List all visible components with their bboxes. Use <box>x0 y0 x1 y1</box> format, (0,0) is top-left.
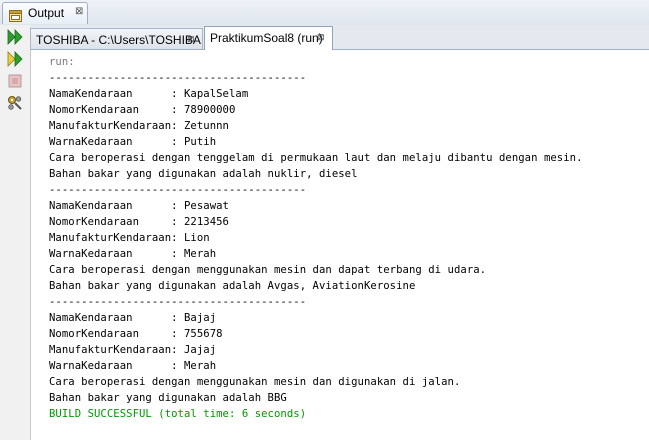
rerun-with-options-icon[interactable] <box>6 50 26 68</box>
console-line: ---------------------------------------- <box>49 72 307 84</box>
console-line: Cara beroperasi dengan menggunakan mesin… <box>49 264 487 276</box>
output-window-header: Output ⊠ <box>0 0 649 26</box>
rerun-icon[interactable] <box>6 28 26 46</box>
console-line: ManufakturKendaraan: Zetunnn <box>49 120 229 132</box>
tab-label: TOSHIBA - C:\Users\TOSHIBA <box>36 33 201 47</box>
stop-icon[interactable] <box>6 72 26 90</box>
console-line: ManufakturKendaraan: Lion <box>49 232 210 244</box>
output-window-icon <box>9 7 22 22</box>
console-line: run: <box>49 56 75 68</box>
console-line: Cara beroperasi dengan menggunakan mesin… <box>49 376 461 388</box>
output-window-tab[interactable]: Output ⊠ <box>2 2 88 24</box>
console-line: NamaKendaraan : Pesawat <box>49 200 229 212</box>
tab-praktikumsoal8-run[interactable]: PraktikumSoal8 (run) ⊠ <box>204 26 333 50</box>
console-line: ---------------------------------------- <box>49 184 307 196</box>
build-status-line: BUILD SUCCESSFUL (total time: 6 seconds) <box>49 408 307 420</box>
output-tabs-bar: TOSHIBA - C:\Users\TOSHIBA ⊠ PraktikumSo… <box>30 25 649 50</box>
console-line: WarnaKedaraan : Merah <box>49 248 217 260</box>
console-line: NomorKendaraan : 755678 <box>49 328 223 340</box>
close-output-window-icon[interactable]: ⊠ <box>75 6 83 17</box>
console-line: NamaKendaraan : Bajaj <box>49 312 217 324</box>
tab-toshiba-terminal[interactable]: TOSHIBA - C:\Users\TOSHIBA ⊠ <box>30 28 203 49</box>
console-line: WarnaKedaraan : Putih <box>49 136 217 148</box>
console-line: Bahan bakar yang digunakan adalah Avgas,… <box>49 280 416 292</box>
console-output[interactable]: run: -----------------------------------… <box>31 50 649 440</box>
settings-icon[interactable] <box>6 94 26 112</box>
console-line: ---------------------------------------- <box>49 296 307 308</box>
console-line: NamaKendaraan : KapalSelam <box>49 88 249 100</box>
close-tab-icon[interactable]: ⊠ <box>317 32 325 43</box>
tab-label: PraktikumSoal8 (run) <box>210 31 323 45</box>
console-line: NomorKendaraan : 2213456 <box>49 216 229 228</box>
close-tab-icon[interactable]: ⊠ <box>187 34 195 45</box>
console-line: Cara beroperasi dengan tenggelam di perm… <box>49 152 583 164</box>
console-line: NomorKendaraan : 78900000 <box>49 104 236 116</box>
console-line: ManufakturKendaraan: Jajaj <box>49 344 217 356</box>
output-actions-sidebar <box>0 25 31 440</box>
output-window-title: Output <box>28 6 65 20</box>
console-line: Bahan bakar yang digunakan adalah nuklir… <box>49 168 358 180</box>
console-line: WarnaKedaraan : Merah <box>49 360 217 372</box>
console-line: Bahan bakar yang digunakan adalah BBG <box>49 392 287 404</box>
